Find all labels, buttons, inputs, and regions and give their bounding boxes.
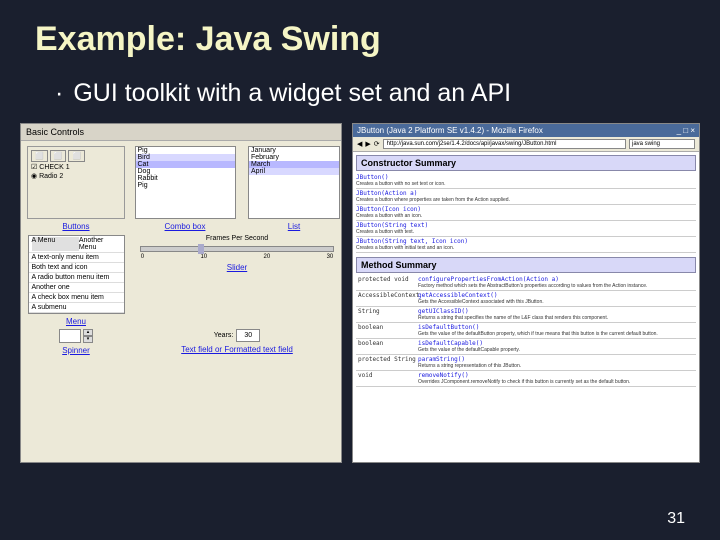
checkbox-row: ☑ CHECK 1: [31, 163, 121, 171]
spinner-cell: ▴▾ Spinner: [26, 329, 126, 389]
slider-track: [140, 246, 335, 252]
slider-title: Frames Per Second: [206, 235, 268, 242]
constructor-summary-header: Constructor Summary: [356, 155, 696, 171]
slider-label: Slider: [227, 263, 247, 272]
menu-label: Menu: [66, 317, 86, 326]
method-row: AccessibleContextgetAccessibleContext()G…: [356, 291, 696, 307]
spinner-down-icon: ▾: [83, 336, 93, 343]
swing-widget-demo: Basic Controls ⬜⬜⬜ ☑ CHECK 1 ◉ Radio 2 B…: [20, 123, 342, 463]
screenshot-row: Basic Controls ⬜⬜⬜ ☑ CHECK 1 ◉ Radio 2 B…: [0, 123, 720, 463]
window-controls-icon: _ □ ×: [677, 126, 695, 135]
constructor-row: JButton(Icon icon)Creates a button with …: [356, 205, 696, 221]
slider-cell: Frames Per Second 0 10 20 30 Slider: [130, 235, 344, 325]
textfield-cell: Years: 30 Text field or Formatted text f…: [130, 329, 344, 389]
mini-button: ⬜: [68, 150, 85, 162]
buttons-label: Buttons: [62, 222, 89, 231]
method-row: voidremoveNotify()Overrides JComponent.r…: [356, 371, 696, 387]
method-row: StringgetUIClassID()Returns a string tha…: [356, 307, 696, 323]
browser-toolbar: ◀ ▶ ⟳ http://java.sun.com/j2se/1.4.2/doc…: [353, 137, 699, 152]
buttons-cell: ⬜⬜⬜ ☑ CHECK 1 ◉ Radio 2 Buttons: [26, 146, 126, 231]
slide-title: Example: Java Swing: [0, 0, 720, 69]
spinner-input: [59, 329, 81, 343]
constructor-row: JButton(String text)Creates a button wit…: [356, 221, 696, 237]
constructor-row: JButton(Action a)Creates a button where …: [356, 189, 696, 205]
bullet-text: GUI toolkit with a widget set and an API: [0, 69, 720, 123]
reload-icon: ⟳: [374, 140, 380, 148]
spinner-up-icon: ▴: [83, 329, 93, 336]
method-row: protected voidconfigurePropertiesFromAct…: [356, 275, 696, 291]
spinner-label: Spinner: [62, 346, 90, 355]
constructor-row: JButton()Creates a button with no set te…: [356, 173, 696, 189]
textfield-label: Text field or Formatted text field: [181, 345, 293, 354]
combobox-cell: Pig Bird Cat Dog Rabbit Pig Combo box: [130, 146, 240, 231]
page-number: 31: [667, 510, 685, 528]
textfield-input: 30: [236, 329, 260, 342]
address-bar: http://java.sun.com/j2se/1.4.2/docs/api/…: [383, 139, 626, 149]
browser-titlebar: JButton (Java 2 Platform SE v1.4.2) - Mo…: [353, 124, 699, 137]
menu-cell: A MenuAnother Menu A text-only menu item…: [26, 235, 126, 325]
radio-row: ◉ Radio 2: [31, 172, 121, 180]
method-row: protected StringparamString()Returns a s…: [356, 355, 696, 371]
mini-button: ⬜: [50, 150, 67, 162]
javadoc-browser: JButton (Java 2 Platform SE v1.4.2) - Mo…: [352, 123, 700, 463]
list-cell: January February March April List: [244, 146, 344, 231]
constructor-row: JButton(String text, Icon icon)Creates a…: [356, 237, 696, 253]
search-box: java swing: [629, 139, 695, 149]
nav-back-icon: ◀: [357, 140, 362, 148]
slider-thumb: [198, 244, 204, 254]
mini-button: ⬜: [31, 150, 48, 162]
combobox-label: Combo box: [165, 222, 206, 231]
method-row: booleanisDefaultCapable()Gets the value …: [356, 339, 696, 355]
list-label: List: [288, 222, 300, 231]
method-row: booleanisDefaultButton()Gets the value o…: [356, 323, 696, 339]
nav-fwd-icon: ▶: [365, 140, 370, 148]
tab-basic-controls: Basic Controls: [21, 124, 341, 141]
method-summary-header: Method Summary: [356, 257, 696, 273]
